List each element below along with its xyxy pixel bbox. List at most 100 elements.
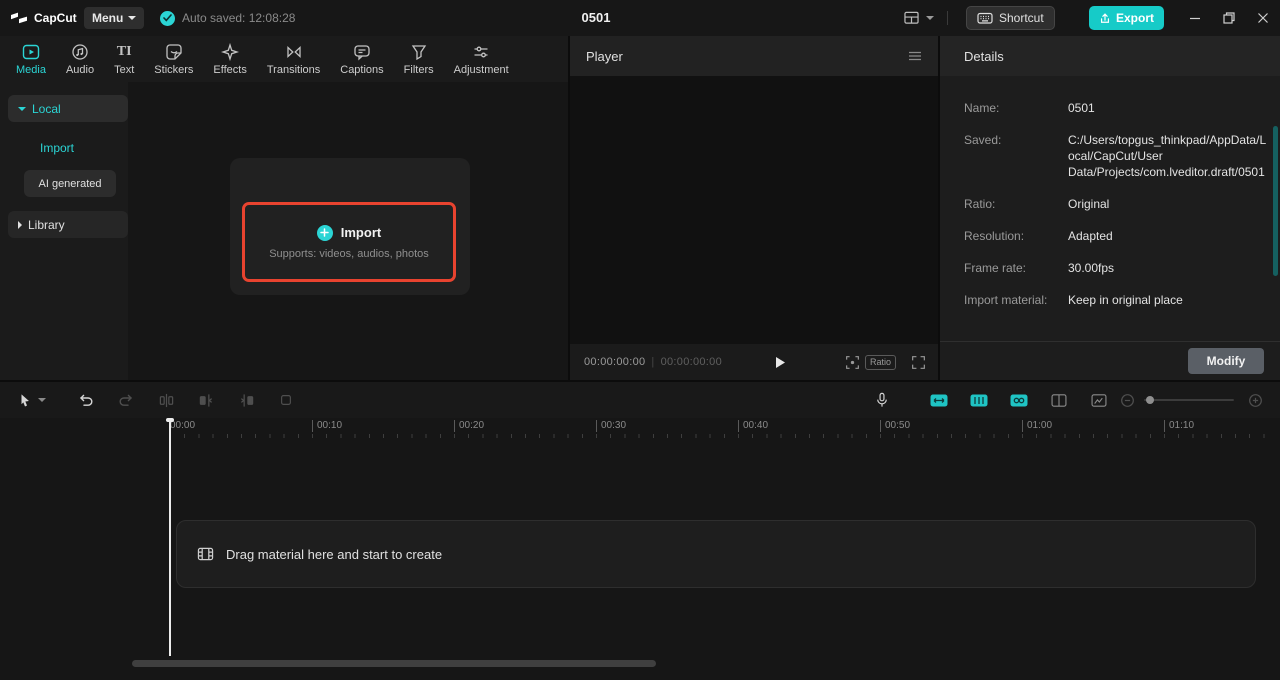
details-panel: Details Name: 0501 Saved: C:/Users/topgu… <box>940 36 1280 380</box>
playhead-handle[interactable] <box>166 418 174 422</box>
redo-icon[interactable] <box>117 391 135 409</box>
media-sidebar: Local Import AI generated Library <box>8 82 128 380</box>
autosave-text: Auto saved: 12:08:28 <box>182 11 296 25</box>
detail-value: C:/Users/topgus_thinkpad/AppData/Local/C… <box>1068 133 1267 179</box>
detail-value: Adapted <box>1068 229 1113 243</box>
ruler-tick: 01:10 <box>1164 420 1194 432</box>
capcut-logo: CapCut <box>10 0 77 36</box>
filters-icon <box>410 43 428 61</box>
autosave-status: Auto saved: 12:08:28 <box>160 0 295 36</box>
ruler-tick: 00:20 <box>454 420 484 432</box>
preview-axis-icon[interactable] <box>1050 391 1068 409</box>
delete-left-icon[interactable] <box>197 391 215 409</box>
chevron-down-icon <box>128 16 137 20</box>
detail-row-ratio: Ratio: Original <box>940 196 1280 212</box>
modify-button[interactable]: Modify <box>1188 348 1264 374</box>
render-preview-icon[interactable] <box>1090 391 1108 409</box>
link-clips-icon[interactable] <box>1010 391 1028 409</box>
export-icon <box>1099 12 1111 24</box>
capcut-app: CapCut Menu Auto saved: 12:08:28 0501 Sh… <box>0 0 1280 680</box>
timeline-zoom-slider[interactable] <box>1144 396 1234 404</box>
tab-stickers[interactable]: Stickers <box>154 43 193 76</box>
layout-chevron-icon[interactable] <box>924 9 936 27</box>
export-label: Export <box>1116 11 1155 25</box>
tab-effects[interactable]: Effects <box>213 42 247 76</box>
select-tool-chevron-icon[interactable] <box>36 391 48 409</box>
details-scrollbar[interactable] <box>1273 126 1278 276</box>
sidebar-item-library[interactable]: Library <box>8 211 128 238</box>
detail-label: Import material: <box>964 293 1048 307</box>
details-title: Details <box>964 48 1004 64</box>
player-viewport[interactable] <box>570 76 938 344</box>
main-track-magnet-icon[interactable] <box>930 391 948 409</box>
ruler-tick: 01:00 <box>1022 420 1052 432</box>
detail-label: Frame rate: <box>964 261 1027 275</box>
titlebar-divider <box>947 11 948 25</box>
timeline-panel: 00:00 00:10 00:20 00:30 00:40 00:50 01:0… <box>0 382 1280 680</box>
import-dropzone-card[interactable]: Import Supports: videos, audios, photos <box>230 158 470 295</box>
split-icon[interactable] <box>157 391 175 409</box>
tab-filters[interactable]: Filters <box>404 43 434 76</box>
tab-transitions[interactable]: Transitions <box>267 43 320 76</box>
tab-media[interactable]: Media <box>16 43 46 76</box>
import-hint: Supports: videos, audios, photos <box>269 247 429 260</box>
close-button[interactable] <box>1254 10 1272 26</box>
text-icon: TI <box>116 43 132 59</box>
snapshot-icon[interactable] <box>844 354 860 370</box>
delete-right-icon[interactable] <box>237 391 255 409</box>
import-label: Import <box>40 141 75 155</box>
player-menu-icon[interactable] <box>908 51 922 61</box>
tab-captions[interactable]: Captions <box>340 43 384 76</box>
plus-icon <box>316 224 333 241</box>
shortcut-button[interactable]: Shortcut <box>966 6 1055 30</box>
play-button[interactable] <box>772 354 788 370</box>
crop-icon[interactable] <box>277 391 295 409</box>
sidebar-item-ai-generated[interactable]: AI generated <box>24 170 116 197</box>
import-button[interactable]: Import <box>316 224 382 241</box>
tab-text[interactable]: TI Text <box>114 43 134 76</box>
transitions-icon <box>285 43 303 61</box>
tab-label: Audio <box>65 63 95 76</box>
timecode-separator: | <box>651 356 655 368</box>
zoom-in-icon[interactable] <box>1246 391 1264 409</box>
detail-value: 30.00fps <box>1068 261 1115 275</box>
ruler-tick: 00:50 <box>880 420 910 432</box>
chevron-right-icon <box>18 220 22 229</box>
fullscreen-icon[interactable] <box>910 354 926 370</box>
detail-row-saved: Saved: C:/Users/topgus_thinkpad/AppData/… <box>940 132 1280 180</box>
layout-grid-icon[interactable] <box>902 9 920 27</box>
export-button[interactable]: Export <box>1089 6 1165 30</box>
timeline-horizontal-scrollbar[interactable] <box>132 660 656 667</box>
minimize-button[interactable] <box>1186 10 1204 26</box>
select-tool-icon[interactable] <box>16 391 34 409</box>
detail-row-import-material: Import material: Keep in original place <box>940 292 1280 308</box>
total-timecode: 00:00:00:00 <box>660 356 723 368</box>
detail-row-name: Name: 0501 <box>940 100 1280 116</box>
menu-button[interactable]: Menu <box>84 7 145 29</box>
logo-text: CapCut <box>34 11 77 25</box>
audio-icon <box>71 43 89 61</box>
tab-label: Media <box>16 63 46 76</box>
timeline-toolbar <box>0 382 1280 418</box>
detail-label: Ratio: <box>964 197 996 211</box>
zoom-out-icon[interactable] <box>1118 391 1136 409</box>
ai-generated-label: AI generated <box>38 177 102 190</box>
track-dropzone[interactable]: Drag material here and start to create <box>176 520 1256 588</box>
tab-audio[interactable]: Audio <box>66 43 94 76</box>
tab-label: Adjustment <box>453 63 509 76</box>
import-button-label: Import <box>340 225 382 240</box>
media-library-panel: Media Audio TI Text Stickers Effects Tra… <box>0 36 568 380</box>
tab-label: Text <box>114 63 135 76</box>
tab-adjustment[interactable]: Adjustment <box>454 43 509 76</box>
sidebar-item-import[interactable]: Import <box>40 139 128 157</box>
zoom-slider-knob[interactable] <box>1146 396 1154 404</box>
playhead[interactable] <box>166 418 174 656</box>
undo-icon[interactable] <box>77 391 95 409</box>
sidebar-item-local[interactable]: Local <box>8 95 128 122</box>
voiceover-mic-icon[interactable] <box>873 391 891 409</box>
ratio-button[interactable]: Ratio <box>864 355 896 370</box>
restore-button[interactable] <box>1220 10 1238 26</box>
auto-snap-icon[interactable] <box>970 391 988 409</box>
timeline-ruler[interactable]: 00:00 00:10 00:20 00:30 00:40 00:50 01:0… <box>0 418 1280 440</box>
ruler-minor-ticks <box>170 434 1274 438</box>
